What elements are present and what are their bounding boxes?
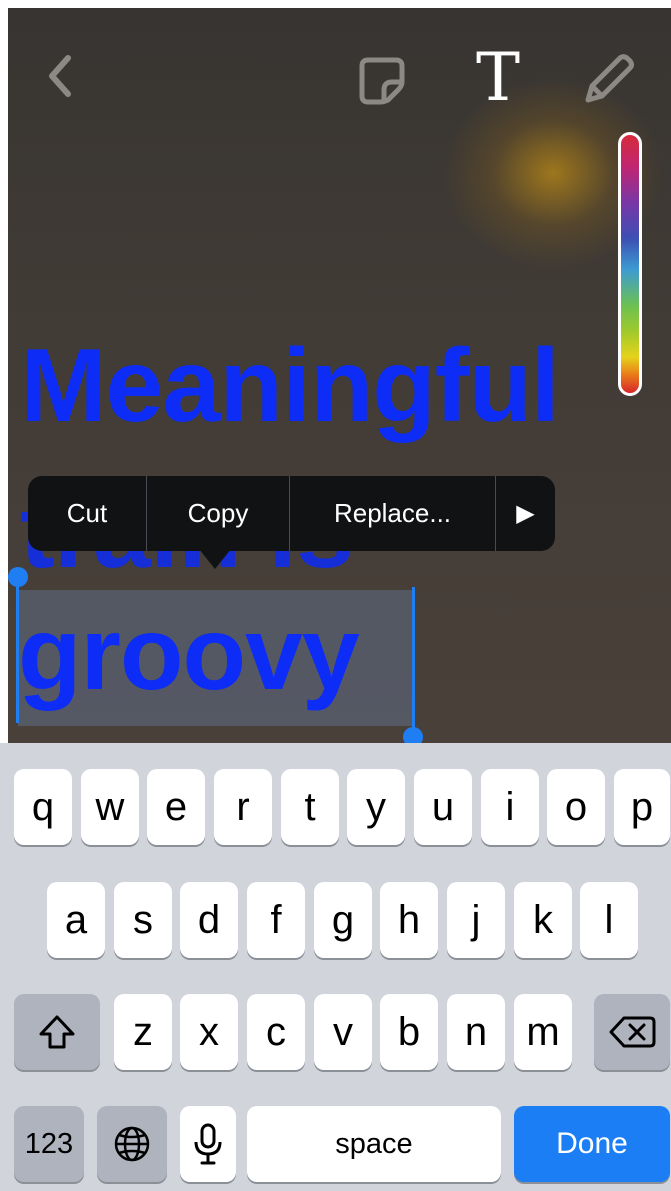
copy-menu-item[interactable]: Copy — [147, 476, 290, 551]
key-u[interactable]: u — [414, 769, 472, 845]
more-menu-item[interactable]: ▶ — [496, 476, 555, 551]
photo-canvas[interactable]: T Meaningful train is groovy — [8, 8, 671, 743]
key-p[interactable]: p — [614, 769, 670, 845]
text-tool-icon: T — [475, 39, 521, 116]
numbers-key[interactable]: 123 — [14, 1106, 84, 1182]
key-y[interactable]: y — [347, 769, 405, 845]
sticker-icon — [359, 57, 405, 105]
shift-key[interactable] — [14, 994, 100, 1070]
back-button[interactable] — [38, 48, 82, 104]
caption-line-1[interactable]: Meaningful — [20, 326, 671, 446]
key-a[interactable]: a — [47, 882, 105, 958]
key-g[interactable]: g — [314, 882, 372, 958]
key-m[interactable]: m — [514, 994, 572, 1070]
edit-menu: Cut Copy Replace... ▶ — [28, 476, 555, 551]
key-c[interactable]: c — [247, 994, 305, 1070]
keyboard: q w e r t y u i o p a s d f g h j k l z … — [0, 743, 671, 1191]
delete-icon — [609, 1016, 656, 1048]
key-b[interactable]: b — [380, 994, 438, 1070]
key-i[interactable]: i — [481, 769, 539, 845]
key-l[interactable]: l — [580, 882, 638, 958]
shift-icon — [39, 1015, 75, 1049]
key-o[interactable]: o — [547, 769, 605, 845]
replace-menu-item[interactable]: Replace... — [290, 476, 496, 551]
key-f[interactable]: f — [247, 882, 305, 958]
key-e[interactable]: e — [147, 769, 205, 845]
key-s[interactable]: s — [114, 882, 172, 958]
delete-key[interactable] — [594, 994, 670, 1070]
key-q[interactable]: q — [14, 769, 72, 845]
microphone-icon — [194, 1123, 222, 1165]
sticker-button[interactable] — [354, 52, 410, 108]
key-d[interactable]: d — [180, 882, 238, 958]
key-k[interactable]: k — [514, 882, 572, 958]
pencil-icon — [585, 54, 634, 103]
draw-tool-button[interactable] — [576, 50, 638, 112]
selection-end-bar — [412, 587, 415, 735]
globe-key[interactable] — [97, 1106, 167, 1182]
space-key[interactable]: space — [247, 1106, 501, 1182]
key-t[interactable]: t — [281, 769, 339, 845]
caption-line-selected[interactable]: groovy — [18, 590, 414, 726]
globe-icon — [114, 1126, 150, 1162]
cut-menu-item[interactable]: Cut — [28, 476, 147, 551]
selection-start-bar — [16, 583, 19, 723]
key-h[interactable]: h — [380, 882, 438, 958]
play-arrow-icon: ▶ — [516, 500, 535, 527]
chevron-left-icon — [49, 55, 71, 97]
key-j[interactable]: j — [447, 882, 505, 958]
key-n[interactable]: n — [447, 994, 505, 1070]
key-x[interactable]: x — [180, 994, 238, 1070]
edit-menu-pointer — [199, 549, 231, 569]
key-r[interactable]: r — [214, 769, 272, 845]
done-key[interactable]: Done — [514, 1106, 670, 1182]
microphone-key[interactable] — [180, 1106, 236, 1182]
text-tool-button[interactable]: T — [462, 38, 534, 118]
key-v[interactable]: v — [314, 994, 372, 1070]
key-w[interactable]: w — [81, 769, 139, 845]
key-z[interactable]: z — [114, 994, 172, 1070]
